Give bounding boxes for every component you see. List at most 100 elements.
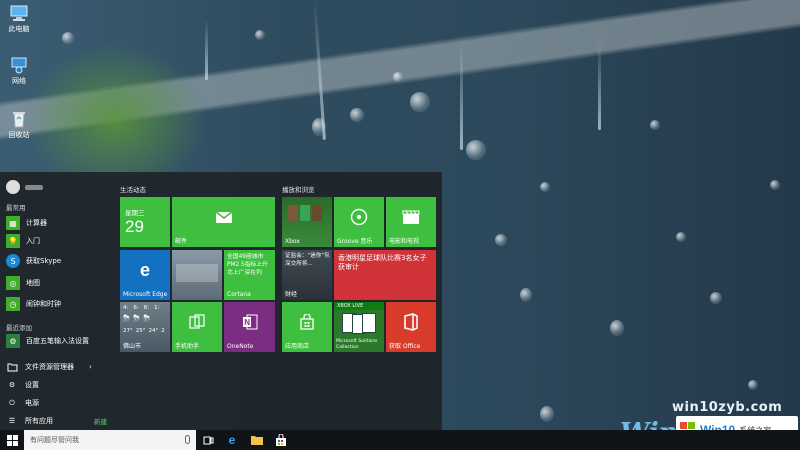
tile-sports-news[interactable]: 香港明星足球队比赛3名女子 获审计: [334, 250, 436, 300]
tile-store[interactable]: 应用商店: [282, 302, 332, 352]
tile-phone-companion[interactable]: 手机助手: [172, 302, 222, 352]
watermark-url: win10zyb.com: [672, 400, 783, 415]
network-icon: [9, 56, 29, 74]
tile-xbox[interactable]: Xbox: [282, 197, 332, 247]
edge-icon: e: [139, 259, 150, 280]
system-item-label: 所有应用: [25, 417, 53, 425]
file-explorer-item[interactable]: 文件资源管理器 ›: [6, 361, 92, 373]
tile-calendar[interactable]: 星期三 29: [120, 197, 170, 247]
task-view-icon[interactable]: [201, 433, 215, 447]
microphone-icon[interactable]: [185, 435, 190, 444]
recycle-bin-icon: [9, 110, 29, 128]
weather-temp: 27°: [123, 328, 133, 334]
tile-label: Groove 音乐: [337, 238, 373, 245]
app-get-started[interactable]: 💡 入门: [6, 234, 40, 248]
app-get-skype[interactable]: S 获取Skype: [6, 254, 61, 268]
tile-movies-tv[interactable]: 电影和电视: [386, 197, 436, 247]
weather-icons: ⛈ ⛈ ⛈: [123, 314, 151, 324]
tile-label: OneNote: [227, 343, 254, 350]
mail-icon: [172, 197, 275, 237]
file-explorer-icon[interactable]: [250, 433, 264, 447]
svg-text:N: N: [244, 318, 250, 327]
settings-item[interactable]: ⚙ 设置: [6, 379, 39, 391]
search-input[interactable]: 有问题尽管问我: [24, 430, 196, 450]
desktop-icon-network[interactable]: 网络: [4, 56, 34, 86]
tile-label: 邮件: [175, 238, 188, 245]
desktop-icon-label: 网络: [12, 77, 26, 85]
tile-solitaire[interactable]: XBOX LIVE Microsoft Solitaire Collection: [334, 302, 384, 352]
system-item-label: 设置: [25, 381, 39, 389]
list-icon: ☰: [8, 417, 16, 425]
user-account[interactable]: [6, 180, 43, 194]
raindrop: [495, 234, 507, 246]
calendar-date: 29: [125, 217, 144, 236]
tile-onenote[interactable]: N OneNote: [224, 302, 275, 352]
xbox-live-badge: XBOX LIVE: [334, 302, 384, 310]
computer-icon: [9, 4, 29, 22]
desktop-icon-label: 回收站: [8, 131, 30, 139]
gear-icon: ⚙: [8, 381, 16, 389]
tile-label: Xbox: [285, 238, 300, 245]
search-placeholder: 有问题尽管问我: [30, 436, 79, 444]
tile-finance[interactable]: 证监会：“迷你”队 深交所将... 财经: [282, 250, 332, 300]
tile-edge[interactable]: e Microsoft Edge: [120, 250, 170, 300]
avatar: [6, 180, 20, 194]
raindrop: [62, 32, 74, 44]
tile-label: 获取 Office: [389, 343, 421, 350]
app-maps[interactable]: ◎ 地图: [6, 276, 40, 290]
skype-icon: S: [6, 254, 20, 268]
raindrop: [610, 320, 624, 336]
tile-get-office[interactable]: 获取 Office: [386, 302, 436, 352]
onenote-icon: N: [224, 302, 275, 342]
news-photo: [176, 264, 218, 282]
tile-cortana-news-image[interactable]: [172, 250, 222, 300]
desktop-icon-recycle-bin[interactable]: 回收站: [4, 110, 34, 140]
raindrop: [540, 406, 554, 422]
start-button[interactable]: [0, 430, 24, 450]
sports-news-text: 香港明星足球队比赛3名女子 获审计: [338, 254, 427, 271]
tile-label: Microsoft Solitaire Collection: [336, 339, 378, 350]
app-label: 获取Skype: [26, 257, 62, 265]
weather-temp: 24°: [148, 328, 159, 334]
most-used-heading: 最常用: [6, 204, 26, 212]
power-item[interactable]: ⏻ 电源: [6, 397, 39, 409]
app-label: 闹钟和时钟: [26, 300, 61, 308]
weather-time: 8:: [143, 305, 150, 311]
alarm-icon: ◷: [6, 297, 20, 311]
tile-label: 应用商店: [285, 343, 310, 350]
tile-cortana[interactable]: 全国49座城市PM2.5指标上升 北上广深在列 Cortana: [224, 250, 275, 300]
app-baidu-wubi-settings[interactable]: ⚙ 百度五笔输入法设置: [6, 334, 89, 348]
rain-streak: [460, 40, 463, 150]
rain-streak: [205, 20, 208, 80]
store-icon[interactable]: [274, 433, 288, 447]
power-icon: ⏻: [9, 398, 15, 407]
raindrop: [676, 232, 686, 242]
raindrop: [748, 380, 758, 390]
edge-icon[interactable]: e: [225, 433, 239, 447]
tile-groove-music[interactable]: Groove 音乐: [334, 197, 384, 247]
chevron-right-icon[interactable]: ›: [89, 363, 92, 371]
user-name-blurred: [25, 184, 43, 190]
all-apps-item[interactable]: ☰ 所有应用: [6, 415, 53, 427]
desktop-icon-computer[interactable]: 此电脑: [4, 4, 34, 34]
raindrop: [312, 118, 326, 136]
raindrop: [710, 292, 722, 304]
weather-temp: 2: [161, 328, 165, 334]
group-title-life: 生活动态: [120, 186, 146, 194]
app-label: 百度五笔输入法设置: [26, 337, 89, 345]
calendar-day: 星期三: [125, 209, 145, 217]
film-icon: [386, 197, 436, 237]
tile-label: 佛山市: [123, 343, 142, 350]
app-calculator[interactable]: ▦ 计算器: [6, 216, 47, 230]
tile-mail[interactable]: 邮件: [172, 197, 275, 247]
tile-label: 手机助手: [175, 343, 200, 350]
app-alarms-clock[interactable]: ◷ 闹钟和时钟: [6, 297, 61, 311]
tile-label: Microsoft Edge: [123, 291, 168, 298]
raindrop: [540, 182, 550, 192]
group-title-play: 播放和浏览: [282, 186, 315, 194]
baidu-input-icon: ⚙: [6, 334, 20, 348]
office-icon: [386, 302, 436, 342]
tile-weather[interactable]: 4: 6: 8: 1: ⛈ ⛈ ⛈ 27° 25° 24° 2 佛山市: [120, 302, 170, 352]
raindrop: [410, 92, 430, 112]
new-badge: 新建: [94, 418, 107, 426]
